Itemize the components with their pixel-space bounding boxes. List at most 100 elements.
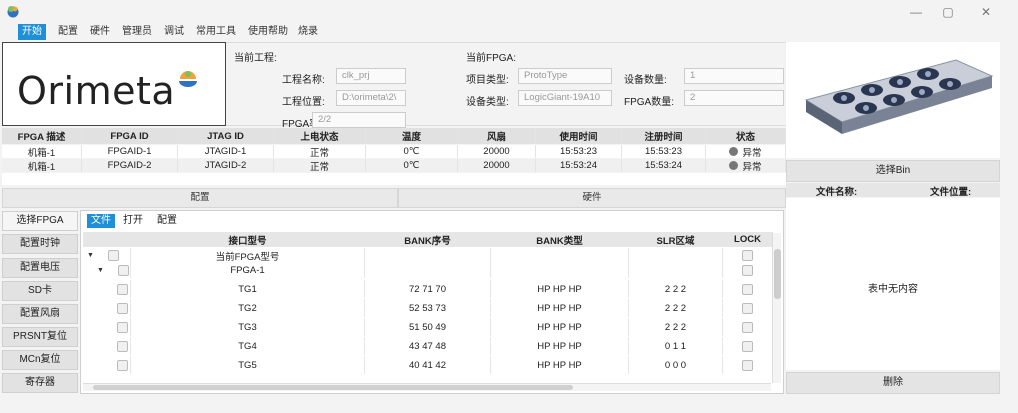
table-row[interactable]: TG1 72 71 70 HP HP HP 2 2 2 — [83, 280, 773, 298]
grid-header: 接口型号 BANK序号 BANK类型 SLR区域 LOCK — [83, 232, 773, 247]
col-temp[interactable]: 温度 — [366, 128, 458, 144]
checkbox[interactable] — [117, 340, 128, 352]
lock-checkbox[interactable] — [742, 302, 753, 314]
scroll-thumb[interactable] — [774, 249, 781, 299]
menu-tools[interactable]: 常用工具 — [192, 24, 240, 40]
config-fan-button[interactable]: 配置风扇 — [2, 304, 78, 324]
project-info-panel: 当前工程: 工程名称: clk_prj 工程位置: D:\orimeta\2\ … — [226, 42, 786, 130]
table-row[interactable]: 机箱-1 FPGAID-2 JTAGID-2 正常 0℃ 20000 15:53… — [2, 159, 786, 173]
col-reg-time[interactable]: 注册时间 — [622, 128, 706, 144]
cell: 15:53:23 — [536, 145, 622, 158]
tab-config[interactable]: 配置 — [2, 188, 398, 208]
config-voltage-button[interactable]: 配置电压 — [2, 258, 78, 278]
project-type-field[interactable]: ProtoType — [518, 68, 612, 84]
select-bin-button[interactable]: 选择Bin — [786, 160, 1000, 182]
device-type-field[interactable]: LogicGiant-19A10 — [518, 90, 612, 106]
expand-arrow-icon[interactable]: ▼ — [97, 267, 104, 274]
tab-open[interactable]: 打开 — [119, 214, 147, 228]
logo-panel: Orimeta — [2, 42, 226, 126]
col-bank-type[interactable]: BANK类型 — [491, 232, 629, 247]
col-jtag-id[interactable]: JTAG ID — [178, 128, 274, 144]
lock-checkbox[interactable] — [742, 321, 753, 333]
cell: TG2 — [131, 299, 365, 317]
cell: HP HP HP — [491, 356, 629, 374]
current-project-label: 当前工程: — [234, 53, 277, 64]
mcn-reset-button[interactable]: MCn复位 — [2, 350, 78, 370]
title-bar: — ▢ ✕ — [0, 0, 1018, 24]
select-fpga-button[interactable]: 选择FPGA — [2, 211, 78, 231]
status-cell: 异常 — [706, 145, 786, 159]
lock-checkbox[interactable] — [742, 283, 753, 295]
close-button[interactable]: ✕ — [976, 4, 996, 20]
col-status[interactable]: 状态 — [706, 128, 786, 144]
col-lock[interactable]: LOCK — [723, 232, 773, 247]
register-button[interactable]: 寄存器 — [2, 373, 78, 393]
project-path-field[interactable]: D:\orimeta\2\ — [336, 90, 406, 106]
config-clock-button[interactable]: 配置时钟 — [2, 234, 78, 254]
delete-button[interactable]: 删除 — [786, 372, 1000, 394]
menu-start[interactable]: 开始 — [18, 24, 46, 40]
lock-checkbox[interactable] — [742, 359, 753, 371]
table-row[interactable]: TG4 43 47 48 HP HP HP 0 1 1 — [83, 337, 773, 355]
tab-file[interactable]: 文件 — [87, 214, 115, 228]
lock-checkbox[interactable] — [742, 340, 753, 352]
col-fpga-id[interactable]: FPGA ID — [82, 128, 178, 144]
vertical-scrollbar[interactable] — [772, 233, 781, 383]
fpga-count-field[interactable]: 2 — [684, 90, 784, 106]
table-row[interactable]: TG3 51 50 49 HP HP HP 2 2 2 — [83, 318, 773, 336]
menu-help[interactable]: 使用帮助 — [244, 24, 292, 40]
tree-group-row[interactable]: ▼ 当前FPGA型号 — [83, 248, 773, 263]
menu-admin[interactable]: 管理员 — [118, 24, 156, 40]
menu-debug[interactable]: 调试 — [160, 24, 188, 40]
device-count-field[interactable]: 1 — [684, 68, 784, 84]
col-file-path[interactable]: 文件位置: — [930, 184, 971, 198]
tab-configure[interactable]: 配置 — [153, 214, 181, 228]
col-interface[interactable]: 接口型号 — [131, 232, 365, 247]
col-use-time[interactable]: 使用时间 — [536, 128, 622, 144]
cell: HP HP HP — [491, 299, 629, 317]
lock-checkbox[interactable] — [742, 250, 753, 261]
checkbox[interactable] — [117, 283, 128, 295]
bin-table-body: 表中无内容 — [786, 198, 1000, 370]
cell: FPGAID-2 — [82, 159, 178, 172]
menu-burn[interactable]: 烧录 — [294, 24, 322, 40]
table-row[interactable]: 机箱-1 FPGAID-1 JTAGID-1 正常 0℃ 20000 15:53… — [2, 145, 786, 159]
checkbox[interactable] — [117, 321, 128, 333]
cell: 0 0 0 — [629, 356, 723, 374]
menu-bar: 开始 配置 硬件 管理员 调试 常用工具 使用帮助 烧录 — [0, 24, 790, 40]
tree-group-row[interactable]: ▼ FPGA-1 — [83, 263, 773, 278]
col-file-name[interactable]: 文件名称: — [816, 184, 857, 198]
tree-cell: ▼ — [83, 248, 131, 263]
cell: 2 2 2 — [629, 318, 723, 336]
menu-hardware[interactable]: 硬件 — [86, 24, 114, 40]
checkbox[interactable] — [117, 302, 128, 314]
expand-arrow-icon[interactable]: ▼ — [87, 252, 94, 259]
col-slr[interactable]: SLR区域 — [629, 232, 723, 247]
sd-card-button[interactable]: SD卡 — [2, 281, 78, 301]
col-bank-no[interactable]: BANK序号 — [365, 232, 491, 247]
scroll-thumb[interactable] — [93, 385, 573, 390]
col-fan[interactable]: 风扇 — [458, 128, 536, 144]
checkbox[interactable] — [117, 359, 128, 371]
table-row[interactable]: TG2 52 53 73 HP HP HP 2 2 2 — [83, 299, 773, 317]
cell — [629, 248, 723, 263]
col-fpga-desc[interactable]: FPGA 描述 — [2, 128, 82, 144]
cell: 机箱-1 — [2, 145, 82, 159]
device-type-label: 设备类型: — [466, 97, 509, 108]
checkbox[interactable] — [117, 265, 129, 276]
horizontal-scrollbar[interactable] — [83, 383, 771, 391]
tree-cell: ▼ — [83, 263, 131, 278]
cell: 机箱-1 — [2, 159, 82, 173]
tree-cell — [83, 299, 131, 317]
minimize-button[interactable]: — — [906, 4, 926, 20]
table-row[interactable]: TG5 40 41 42 HP HP HP 0 0 0 — [83, 356, 773, 374]
col-power[interactable]: 上电状态 — [274, 128, 366, 144]
project-name-field[interactable]: clk_prj — [336, 68, 406, 84]
menu-config[interactable]: 配置 — [54, 24, 82, 40]
checkbox[interactable] — [107, 250, 119, 261]
fpga-rate-field[interactable]: 2/2 — [312, 112, 406, 128]
prsnt-reset-button[interactable]: PRSNT复位 — [2, 327, 78, 347]
maximize-button[interactable]: ▢ — [938, 4, 958, 20]
tab-hardware[interactable]: 硬件 — [398, 188, 786, 208]
lock-checkbox[interactable] — [742, 265, 753, 276]
